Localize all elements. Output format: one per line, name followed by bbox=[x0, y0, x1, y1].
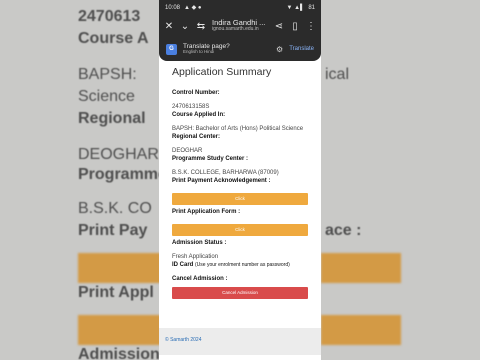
bg-text: ical bbox=[325, 66, 350, 83]
cancel-admission-label: Cancel Admission : bbox=[172, 276, 228, 282]
bg-text: Course A bbox=[78, 30, 149, 47]
background-right: ical ace : bbox=[321, 0, 480, 360]
bg-button bbox=[321, 315, 401, 345]
browser-toolbar: ✕ ⌄ ⇆ Indira Gandhi ... ignou.samarth.ed… bbox=[159, 15, 321, 37]
bg-text: Print Pay bbox=[78, 222, 148, 239]
bg-text: Admission bbox=[78, 346, 159, 360]
study-center-value: B.S.K. COLLEGE, BARHARWA (87009) bbox=[172, 170, 279, 176]
print-payment-button[interactable]: Click bbox=[172, 193, 308, 205]
control-number-label: Control Number: bbox=[172, 90, 220, 96]
control-number-value: 2470613158S bbox=[172, 104, 210, 110]
phone-screen: 10:08 ▲ ◆ ● ▼ ▲▌ 81 ✕ ⌄ ⇆ Indira Gandhi … bbox=[159, 0, 321, 360]
bookmark-icon[interactable]: ▯ bbox=[290, 21, 300, 32]
bg-text: ace : bbox=[325, 222, 362, 239]
gear-icon[interactable]: ⚙ bbox=[276, 45, 283, 54]
page-title-block[interactable]: Indira Gandhi ... ignou.samarth.edu.in bbox=[212, 19, 268, 32]
admission-status-label: Admission Status : bbox=[172, 240, 227, 246]
page-content: Application Summary Control Number: 2470… bbox=[159, 61, 321, 299]
bg-text: Science bbox=[78, 88, 135, 105]
regional-center-label: Regional Center: bbox=[172, 134, 221, 140]
regional-center-value: DEOGHAR bbox=[172, 148, 203, 154]
url-text: ignou.samarth.edu.in bbox=[212, 26, 259, 33]
bg-text: 2470613 bbox=[78, 8, 141, 25]
bg-button bbox=[321, 253, 401, 283]
footer-link[interactable]: © Samarth 2024 bbox=[165, 337, 201, 343]
status-bar: 10:08 ▲ ◆ ● ▼ ▲▌ 81 bbox=[159, 0, 321, 15]
clock: 10:08 bbox=[165, 4, 181, 11]
background-left: 2470613 Course A BAPSH: Science Regional… bbox=[0, 0, 159, 360]
signal-icon: ▼ ▲▌ bbox=[286, 4, 305, 11]
bg-text: Print Appl bbox=[78, 284, 154, 301]
bg-text: BAPSH: bbox=[78, 66, 137, 83]
system-nav-bar bbox=[159, 355, 321, 360]
print-application-button[interactable]: Click bbox=[172, 224, 308, 236]
translate-bar: G Translate page? English to Hindi ⚙ Tra… bbox=[159, 37, 321, 61]
bg-text: B.S.K. CO bbox=[78, 200, 152, 217]
id-card-hint: (Use your enrolment number as password) bbox=[195, 262, 290, 268]
bg-text: Programme bbox=[78, 166, 159, 183]
translate-button[interactable]: Translate bbox=[289, 46, 314, 52]
bg-text: DEOGHAR bbox=[78, 146, 159, 163]
admission-status-value: Fresh Application bbox=[172, 254, 219, 260]
chevron-down-icon[interactable]: ⌄ bbox=[180, 21, 190, 32]
battery-level: 81 bbox=[308, 4, 315, 11]
tune-icon[interactable]: ⇆ bbox=[196, 21, 206, 32]
id-card-label: ID Card bbox=[172, 262, 194, 268]
application-form-label: Print Application Form : bbox=[172, 209, 241, 215]
translate-subtitle: English to Hindi bbox=[183, 49, 215, 55]
notification-icon: ▲ ◆ ● bbox=[184, 5, 202, 11]
course-value: BAPSH: Bachelor of Arts (Hons) Political… bbox=[172, 126, 304, 132]
study-center-label: Programme Study Center : bbox=[172, 156, 249, 162]
close-icon[interactable]: ✕ bbox=[164, 21, 174, 32]
course-label: Course Applied In: bbox=[172, 112, 226, 118]
translate-texts: Translate page? English to Hindi bbox=[183, 43, 270, 55]
bg-button bbox=[78, 253, 159, 283]
bg-text: Regional bbox=[78, 110, 146, 127]
bg-button bbox=[78, 315, 159, 345]
page-heading: Application Summary bbox=[172, 66, 272, 78]
translate-icon: G bbox=[166, 43, 177, 55]
more-icon[interactable]: ⋮ bbox=[306, 21, 316, 32]
cancel-admission-button[interactable]: Cancel Admission bbox=[172, 287, 308, 299]
payment-ack-label: Print Payment Acknowledgement : bbox=[172, 178, 271, 184]
id-card-row: ID Card (Use your enrolment number as pa… bbox=[172, 261, 308, 269]
share-icon[interactable]: ⋖ bbox=[274, 21, 284, 32]
